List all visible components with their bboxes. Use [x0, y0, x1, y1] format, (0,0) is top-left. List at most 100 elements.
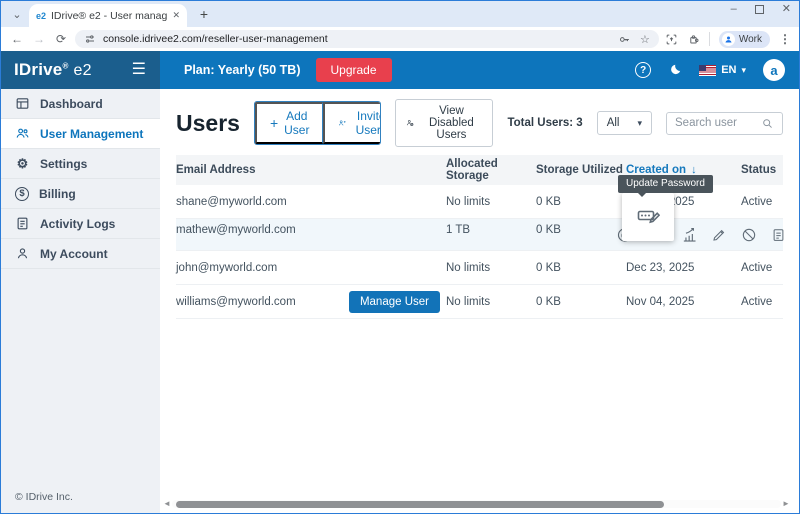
- toolbar-right: Work ⋮: [665, 31, 791, 48]
- view-disabled-users-label: View Disabled Users: [420, 105, 482, 141]
- scrollbar-thumb[interactable]: [176, 501, 664, 508]
- col-allocated: Allocated Storage: [446, 158, 536, 182]
- upgrade-button[interactable]: Upgrade: [316, 58, 392, 82]
- sidebar: Dashboard User Management ⚙ Settings $ B…: [1, 89, 160, 513]
- manage-user-button[interactable]: Manage User: [349, 291, 440, 313]
- user-email: mathew@myworld.com: [176, 224, 446, 236]
- table-row[interactable]: mathew@myworld.com 1 TB 0 KB @: [176, 219, 783, 251]
- col-email: Email Address: [176, 164, 446, 176]
- user-email: williams@myworld.com: [176, 296, 296, 308]
- sidebar-item-label: Activity Logs: [40, 217, 115, 231]
- status-text: Active: [741, 196, 783, 208]
- usage-chart-icon[interactable]: [681, 226, 698, 243]
- search-box: [666, 112, 783, 135]
- search-icon[interactable]: [761, 117, 774, 130]
- sidebar-item-my-account[interactable]: My Account: [1, 239, 160, 269]
- browser-window: ⌄ e2 IDrive® e2 - User management ✕ + – …: [0, 0, 800, 514]
- profile-label: Work: [739, 34, 762, 45]
- storage-utilized: 0 KB: [536, 262, 626, 274]
- person-icon: [15, 246, 30, 261]
- edit-pencil-icon[interactable]: [711, 227, 727, 243]
- screen-capture-icon[interactable]: [665, 33, 678, 46]
- sidebar-item-billing[interactable]: $ Billing: [1, 179, 160, 209]
- invite-users-label: Invite Users: [353, 109, 382, 137]
- us-flag-icon: [699, 65, 716, 76]
- user-actions-group: + Add User Invite Users: [254, 101, 381, 145]
- horizontal-scrollbar[interactable]: ◄ ►: [162, 499, 791, 509]
- update-password-icon[interactable]: [636, 202, 660, 226]
- sidebar-item-label: Billing: [39, 187, 76, 201]
- sidebar-item-settings[interactable]: ⚙ Settings: [1, 149, 160, 179]
- tab-close-icon[interactable]: ✕: [172, 10, 180, 21]
- site-favicon: e2: [36, 11, 46, 21]
- copyright-text: © IDrive Inc.: [15, 491, 73, 503]
- toolbar-divider: [709, 32, 710, 46]
- browser-menu-icon[interactable]: ⋮: [779, 32, 791, 46]
- col-utilized: Storage Utilized: [536, 164, 626, 176]
- scrollbar-track[interactable]: [172, 500, 781, 508]
- profile-chip[interactable]: Work: [719, 31, 770, 48]
- app-header: IDrive® e2 ☰ Plan: Yearly (50 TB) Upgrad…: [1, 51, 799, 89]
- table-row[interactable]: john@myworld.com No limits 0 KB Dec 23, …: [176, 251, 783, 285]
- maximize-button[interactable]: [755, 5, 764, 14]
- back-icon[interactable]: ←: [9, 32, 25, 46]
- user-filter-dropdown[interactable]: All ▾: [597, 111, 652, 135]
- storage-utilized: 0 KB: [536, 296, 626, 308]
- add-user-button[interactable]: + Add User: [255, 102, 324, 144]
- new-tab-button[interactable]: +: [193, 3, 215, 25]
- language-code: EN: [721, 64, 736, 76]
- sidebar-item-label: User Management: [40, 127, 143, 141]
- password-key-icon[interactable]: [618, 33, 631, 46]
- profile-avatar-icon: [722, 33, 735, 46]
- update-password-action-card[interactable]: [622, 193, 674, 241]
- update-password-tooltip: Update Password: [618, 175, 713, 193]
- search-input[interactable]: [675, 117, 761, 129]
- bookmark-star-icon[interactable]: ☆: [640, 33, 650, 46]
- add-user-label: Add User: [284, 109, 309, 137]
- disable-user-icon[interactable]: [741, 227, 757, 243]
- page-head: Users + Add User Invite Users: [160, 89, 799, 155]
- sidebar-item-label: Dashboard: [40, 97, 103, 111]
- window-close-button[interactable]: ✕: [782, 4, 791, 15]
- user-email: shane@myworld.com: [176, 196, 446, 208]
- allocated-storage: No limits: [446, 262, 536, 274]
- browser-tab[interactable]: e2 IDrive® e2 - User management ✕: [29, 4, 187, 27]
- reload-icon[interactable]: ⟳: [53, 32, 69, 46]
- status-text: Active: [741, 296, 783, 308]
- person-disabled-icon: [406, 116, 414, 130]
- main-content: Users + Add User Invite Users: [160, 89, 799, 513]
- view-disabled-users-button[interactable]: View Disabled Users: [395, 99, 493, 147]
- account-avatar[interactable]: a: [763, 59, 785, 81]
- address-bar[interactable]: console.idrivee2.com/reseller-user-manag…: [75, 30, 659, 48]
- logs-document-icon[interactable]: [771, 227, 786, 242]
- plan-label: Plan: Yearly (50 TB): [184, 63, 301, 77]
- tab-title: IDrive® e2 - User management: [51, 10, 167, 22]
- scroll-left-icon[interactable]: ◄: [162, 500, 172, 508]
- gear-icon: ⚙: [15, 157, 30, 170]
- scroll-right-icon[interactable]: ►: [781, 500, 791, 508]
- tab-strip: ⌄ e2 IDrive® e2 - User management ✕ + – …: [1, 1, 799, 27]
- sidebar-item-user-management[interactable]: User Management: [1, 119, 160, 149]
- storage-utilized: 0 KB: [536, 196, 626, 208]
- extensions-puzzle-icon[interactable]: [687, 33, 700, 46]
- col-status: Status: [741, 164, 783, 176]
- sidebar-item-activity-logs[interactable]: Activity Logs: [1, 209, 160, 239]
- window-controls: – ✕: [731, 4, 791, 15]
- created-on: Dec 23, 2025: [626, 262, 741, 274]
- tab-search-icon[interactable]: ⌄: [7, 4, 27, 24]
- page-title: Users: [176, 110, 240, 137]
- minimize-button[interactable]: –: [731, 4, 737, 15]
- invite-users-button[interactable]: Invite Users: [323, 102, 381, 144]
- idrive-e2-logo: IDrive® e2: [14, 60, 92, 80]
- dark-mode-moon-icon[interactable]: [668, 63, 682, 77]
- allocated-storage: No limits: [446, 196, 536, 208]
- hamburger-menu-icon[interactable]: ☰: [132, 62, 146, 78]
- total-users-count: Total Users: 3: [507, 117, 582, 129]
- sidebar-item-label: My Account: [40, 247, 108, 261]
- sidebar-item-dashboard[interactable]: Dashboard: [1, 89, 160, 119]
- help-icon[interactable]: ?: [635, 62, 651, 78]
- language-selector[interactable]: EN ▾: [699, 64, 746, 76]
- table-row[interactable]: williams@myworld.com Manage User No limi…: [176, 285, 783, 319]
- url-text[interactable]: console.idrivee2.com/reseller-user-manag…: [103, 33, 611, 45]
- site-info-icon[interactable]: [84, 33, 96, 45]
